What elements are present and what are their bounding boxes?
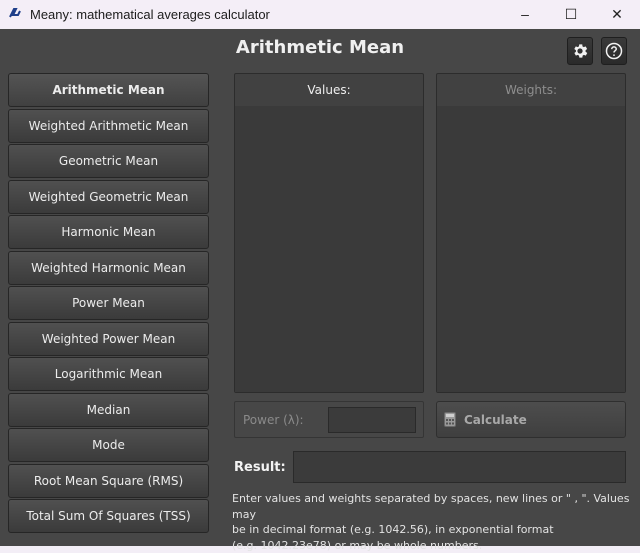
values-input[interactable] <box>235 106 423 392</box>
close-button[interactable]: ✕ <box>594 0 640 28</box>
result-label: Result: <box>234 460 286 475</box>
gear-icon <box>571 42 589 60</box>
sidebar-item-geometric-mean[interactable]: Geometric Mean <box>8 144 209 178</box>
power-label: Power (λ): <box>243 413 304 427</box>
values-header: Values: <box>235 74 423 107</box>
power-group: Power (λ): <box>234 401 424 438</box>
power-input <box>328 407 416 433</box>
help-text-line: (e.g. 1042.23e78) or may be whole number… <box>232 538 632 553</box>
sidebar-item-arithmetic-mean[interactable]: Arithmetic Mean <box>8 73 209 107</box>
sidebar-item-weighted-harmonic-mean[interactable]: Weighted Harmonic Mean <box>8 251 209 285</box>
sidebar-item-mode[interactable]: Mode <box>8 428 209 462</box>
window-title: Meany: mathematical averages calculator <box>30 7 270 22</box>
minimize-button[interactable]: – <box>502 0 548 28</box>
weights-input <box>437 106 625 392</box>
main-window: Arithmetic Mean Arithmetic Mean Weighted… <box>0 29 640 546</box>
help-button[interactable] <box>601 37 627 65</box>
help-icon <box>605 42 623 60</box>
sidebar-item-weighted-power-mean[interactable]: Weighted Power Mean <box>8 322 209 356</box>
sidebar-item-harmonic-mean[interactable]: Harmonic Mean <box>8 215 209 249</box>
sidebar-item-rms[interactable]: Root Mean Square (RMS) <box>8 464 209 498</box>
values-panel: Values: <box>234 73 424 393</box>
help-text: Enter values and weights separated by sp… <box>232 491 632 553</box>
result-field <box>293 451 626 483</box>
page-title: Arithmetic Mean <box>0 37 640 58</box>
sidebar-item-logarithmic-mean[interactable]: Logarithmic Mean <box>8 357 209 391</box>
weights-header: Weights: <box>437 74 625 107</box>
calculator-icon <box>444 412 456 427</box>
help-text-line: Enter values and weights separated by sp… <box>232 491 632 522</box>
sidebar-item-weighted-arithmetic-mean[interactable]: Weighted Arithmetic Mean <box>8 109 209 143</box>
maximize-button[interactable]: ☐ <box>548 0 594 28</box>
help-text-line: be in decimal format (e.g. 1042.56), in … <box>232 522 632 538</box>
settings-button[interactable] <box>567 37 593 65</box>
calculate-label: Calculate <box>464 413 527 427</box>
title-bar: Meany: mathematical averages calculator … <box>0 0 640 28</box>
sidebar-item-median[interactable]: Median <box>8 393 209 427</box>
mean-type-sidebar: Arithmetic Mean Weighted Arithmetic Mean… <box>8 73 210 535</box>
calculate-button: Calculate <box>436 401 626 438</box>
app-logo-icon <box>8 6 22 20</box>
sidebar-item-power-mean[interactable]: Power Mean <box>8 286 209 320</box>
weights-panel: Weights: <box>436 73 626 393</box>
sidebar-item-tss[interactable]: Total Sum Of Squares (TSS) <box>8 499 209 533</box>
sidebar-item-weighted-geometric-mean[interactable]: Weighted Geometric Mean <box>8 180 209 214</box>
